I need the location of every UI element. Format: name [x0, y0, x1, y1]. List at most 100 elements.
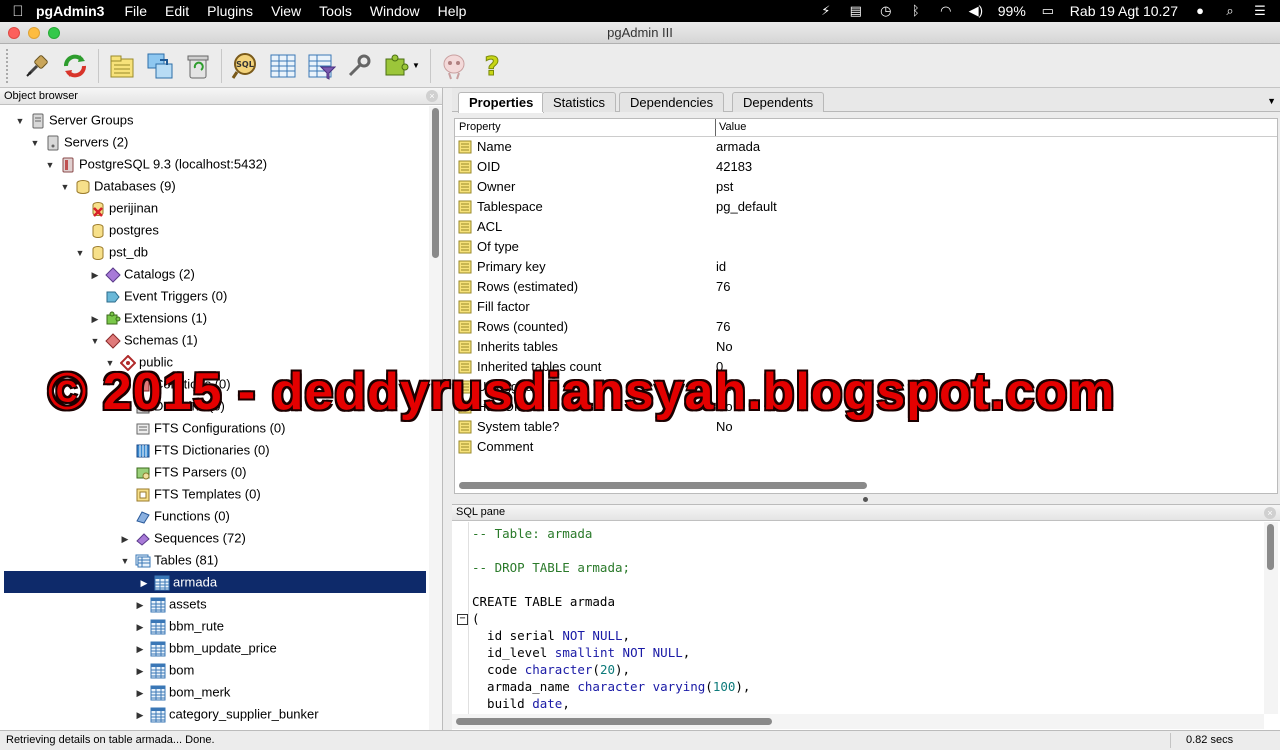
menu-tools[interactable]: Tools — [319, 3, 352, 19]
property-row[interactable]: Primary key id — [455, 257, 1275, 277]
create-object-icon[interactable] — [143, 49, 177, 83]
maintenance-wrench-icon[interactable] — [342, 49, 376, 83]
bluetooth-icon[interactable]: ᛒ — [908, 4, 924, 18]
collapse-arrow-icon[interactable]: ▶ — [138, 572, 150, 594]
expand-arrow-icon[interactable]: ▼ — [59, 176, 71, 198]
tree-item[interactable]: ▶ assets — [0, 593, 207, 615]
spotlight-search-icon[interactable]: ⌕ — [1222, 4, 1238, 18]
menu-edit[interactable]: Edit — [165, 3, 189, 19]
tree-item[interactable]: ▼ pst_db — [0, 241, 149, 264]
collapse-arrow-icon[interactable]: ▶ — [134, 660, 146, 682]
tree-item[interactable]: FTS Templates (0) — [0, 483, 261, 505]
tree-item[interactable]: ▼ PostgreSQL 9.3 (localhost:5432) — [0, 153, 267, 175]
window-zoom-button[interactable] — [48, 27, 60, 39]
volume-icon[interactable]: ◀) — [968, 4, 984, 18]
power-icon[interactable]: ⚡ — [818, 4, 834, 18]
clock[interactable]: Rab 19 Agt 10.27 — [1070, 3, 1178, 19]
tree-item[interactable]: ▶ Extensions (1) — [0, 307, 208, 330]
property-row[interactable]: OID 42183 — [455, 157, 1275, 177]
tree-item[interactable]: ▶ armada — [4, 571, 426, 593]
properties-horizontal-scrollbar[interactable] — [457, 479, 1275, 491]
notification-center-icon[interactable]: ☰ — [1252, 4, 1268, 18]
window-close-button[interactable] — [8, 27, 20, 39]
sql-vertical-scrollbar[interactable] — [1264, 522, 1278, 714]
property-row[interactable]: Tablespace pg_default — [455, 197, 1275, 217]
property-row[interactable]: Rows (estimated) 76 — [455, 277, 1275, 297]
keyboard-icon[interactable]: ▤ — [848, 4, 864, 18]
user-icon[interactable]: ● — [1192, 4, 1208, 18]
expand-arrow-icon[interactable]: ▼ — [29, 132, 41, 154]
refresh-icon[interactable] — [58, 49, 92, 83]
time-machine-icon[interactable]: ◷ — [878, 4, 894, 18]
collapse-arrow-icon[interactable]: ▶ — [89, 308, 101, 330]
expand-arrow-icon[interactable]: ▼ — [119, 550, 131, 572]
window-minimize-button[interactable] — [28, 27, 40, 39]
object-browser-close-icon[interactable]: × — [426, 90, 438, 102]
view-filtered-data-icon[interactable] — [304, 49, 338, 83]
tree-item[interactable]: ▶ bbm_update_price — [0, 637, 277, 659]
menu-help[interactable]: Help — [438, 3, 467, 19]
tree-item[interactable]: postgres — [0, 219, 159, 241]
tab-menu-icon[interactable]: ▼ — [1267, 96, 1276, 106]
sql-query-tool-icon[interactable]: SQL — [228, 49, 262, 83]
collapse-arrow-icon[interactable]: ▶ — [89, 264, 101, 286]
column-header-property[interactable]: Property — [459, 119, 501, 136]
property-row[interactable]: Inherits tables No — [455, 337, 1275, 357]
menu-window[interactable]: Window — [370, 3, 420, 19]
expand-arrow-icon[interactable]: ▼ — [14, 110, 26, 132]
scrollbar-thumb[interactable] — [459, 482, 867, 489]
fold-collapse-icon[interactable]: − — [457, 614, 468, 625]
connect-icon[interactable] — [20, 49, 54, 83]
tree-item[interactable]: ▶ bom_merk — [0, 681, 230, 703]
tab-properties[interactable]: Properties — [458, 92, 545, 113]
tree-item[interactable]: FTS Dictionaries (0) — [0, 439, 270, 461]
menu-view[interactable]: View — [271, 3, 301, 19]
tab-dependencies[interactable]: Dependencies — [619, 92, 725, 112]
collapse-arrow-icon[interactable]: ▶ — [134, 616, 146, 638]
wifi-icon[interactable]: ◠ — [938, 4, 954, 18]
menu-file[interactable]: File — [124, 3, 147, 19]
app-menu[interactable]: pgAdmin3 — [36, 3, 104, 19]
apple-menu-icon[interactable]:  — [0, 3, 36, 20]
tree-item[interactable]: ▶ category_supplier_bunker — [0, 703, 319, 725]
tree-item[interactable]: ▼ Server Groups — [0, 109, 134, 131]
splitter-handle[interactable] — [863, 497, 868, 502]
tree-item[interactable]: ▶ bom — [0, 659, 194, 681]
collapse-arrow-icon[interactable]: ▶ — [134, 594, 146, 616]
tree-item[interactable]: Event Triggers (0) — [0, 285, 227, 307]
sql-horizontal-scrollbar[interactable] — [452, 714, 1264, 729]
help-icon[interactable]: ? — [475, 49, 509, 83]
tree-item[interactable]: ▼ Tables (81) — [0, 549, 219, 572]
battery-icon[interactable]: ▭ — [1040, 4, 1056, 18]
scrollbar-thumb[interactable] — [432, 108, 439, 258]
tree-item[interactable]: ▶ Sequences (72) — [0, 527, 246, 549]
tab-dependents[interactable]: Dependents — [732, 92, 825, 112]
property-row[interactable]: Fill factor — [455, 297, 1275, 317]
tree-item[interactable]: Functions (0) — [0, 505, 230, 527]
toolbar-grip[interactable] — [6, 48, 12, 83]
scrollbar-thumb[interactable] — [1267, 524, 1274, 570]
scrollbar-thumb[interactable] — [456, 718, 772, 725]
tree-item[interactable]: ▼ Databases (9) — [0, 175, 176, 197]
tree-item[interactable]: FTS Parsers (0) — [0, 461, 246, 483]
property-row[interactable]: Comment — [455, 437, 1275, 457]
plugins-dropdown-icon[interactable]: ▼ — [412, 61, 420, 70]
collapse-arrow-icon[interactable]: ▶ — [134, 682, 146, 704]
guru-hints-icon[interactable] — [437, 49, 471, 83]
tab-statistics[interactable]: Statistics — [542, 92, 617, 112]
tree-item[interactable]: ▼ Servers (2) — [0, 131, 128, 153]
menu-plugins[interactable]: Plugins — [207, 3, 253, 19]
column-header-value[interactable]: Value — [715, 119, 746, 136]
property-row[interactable]: Rows (counted) 76 — [455, 317, 1275, 337]
sql-pane-close-icon[interactable]: × — [1264, 507, 1276, 519]
tree-item[interactable]: ▶ Catalogs (2) — [0, 263, 195, 285]
property-row[interactable]: ACL — [455, 217, 1275, 237]
collapse-arrow-icon[interactable]: ▶ — [119, 528, 131, 550]
collapse-arrow-icon[interactable]: ▶ — [134, 704, 146, 726]
tree-item[interactable]: ▶ bbm_rute — [0, 615, 224, 637]
expand-arrow-icon[interactable]: ▼ — [44, 154, 56, 176]
expand-arrow-icon[interactable]: ▼ — [89, 330, 101, 352]
property-row[interactable]: Name armada — [455, 137, 1275, 157]
expand-arrow-icon[interactable]: ▼ — [74, 242, 86, 264]
tree-item[interactable]: ▼ Schemas (1) — [0, 329, 198, 351]
